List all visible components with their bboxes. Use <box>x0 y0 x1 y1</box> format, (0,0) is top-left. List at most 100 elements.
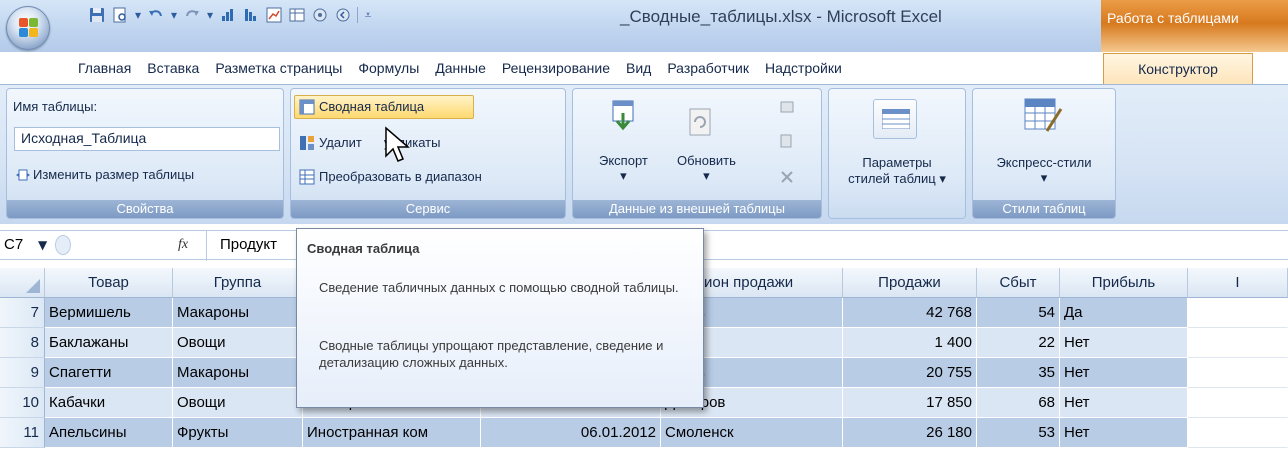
empty-cell[interactable] <box>1188 418 1288 448</box>
empty-cell[interactable] <box>1188 388 1288 418</box>
table-cell[interactable]: 17 850 <box>843 388 977 418</box>
save-icon[interactable] <box>88 6 106 24</box>
convert-to-range-icon <box>299 169 315 185</box>
style-options-icon <box>873 99 917 139</box>
table-cell[interactable]: Нет <box>1060 418 1188 448</box>
redo-icon[interactable] <box>183 6 201 24</box>
refresh-label: Обновить <box>677 153 736 168</box>
back-icon[interactable] <box>334 6 352 24</box>
tab-developer[interactable]: Разработчик <box>659 60 757 76</box>
column-header[interactable]: Товар <box>45 268 173 298</box>
table-cell[interactable]: 42 768 <box>843 298 977 328</box>
group-properties-label: Свойства <box>7 200 283 218</box>
refresh-icon <box>689 108 711 136</box>
table-cell[interactable]: 68 <box>977 388 1060 418</box>
window-title: _Сводные_таблицы.xlsx - Microsoft Excel <box>620 7 942 26</box>
style-options-button[interactable]: Параметры стилей таблиц ▾ <box>829 155 965 187</box>
table-cell[interactable]: Кабачки <box>45 388 173 418</box>
table-cell[interactable]: Иностранная ком <box>303 418 481 448</box>
properties-icon <box>780 101 794 113</box>
table-cell[interactable]: Вермишель <box>45 298 173 328</box>
sort-desc-icon[interactable] <box>242 6 260 24</box>
table-cell[interactable]: 26 180 <box>843 418 977 448</box>
table-cell[interactable]: Нет <box>1060 358 1188 388</box>
row-header[interactable]: 8 <box>0 328 45 358</box>
insert-function-icon[interactable]: fx <box>178 237 188 253</box>
table-cell[interactable]: Макароны <box>173 298 303 328</box>
ribbon-tabs: Главная Вставка Разметка страницы Формул… <box>70 53 850 83</box>
pivot-table-button[interactable]: Сводная таблица <box>319 99 424 114</box>
name-box[interactable]: C7 <box>4 236 23 253</box>
row-header[interactable]: 10 <box>0 388 45 418</box>
select-all-corner[interactable] <box>0 268 45 298</box>
refresh-button[interactable]: Обновить ▾ <box>677 153 736 184</box>
unlink-icon <box>781 171 793 183</box>
table-cell[interactable]: 1 400 <box>843 328 977 358</box>
table-cell[interactable]: 54 <box>977 298 1060 328</box>
table-cell[interactable]: Нет <box>1060 328 1188 358</box>
export-button[interactable]: Экспорт ▾ <box>599 153 648 184</box>
customize-qat-icon[interactable]: ⩡ <box>363 6 373 24</box>
column-header[interactable]: Группа <box>173 268 303 298</box>
tab-insert[interactable]: Вставка <box>139 60 207 76</box>
tab-view[interactable]: Вид <box>618 60 659 76</box>
dropdown-arrow-icon[interactable]: ▾ <box>170 6 178 24</box>
chart-icon[interactable] <box>265 6 283 24</box>
row-header[interactable]: 11 <box>0 418 45 448</box>
table-cell[interactable]: Да <box>1060 298 1188 328</box>
tooltip-description: Сведение табличных данных с помощью свод… <box>319 280 679 295</box>
table-cell[interactable]: Овощи <box>173 388 303 418</box>
dropdown-arrow-icon: ▾ <box>1040 170 1048 185</box>
table-cell[interactable]: 35 <box>977 358 1060 388</box>
convert-to-range-button[interactable]: Преобразовать в диапазон <box>319 169 482 184</box>
resize-table-button[interactable]: Изменить размер таблицы <box>33 167 194 182</box>
undo-icon[interactable] <box>147 6 165 24</box>
table-cell[interactable]: Спагетти <box>45 358 173 388</box>
tab-design[interactable]: Конструктор <box>1103 53 1253 86</box>
tab-addins[interactable]: Надстройки <box>757 60 850 76</box>
table-cell[interactable]: Баклажаны <box>45 328 173 358</box>
dropdown-arrow-icon: ▾ <box>620 168 627 183</box>
name-box-dropdown-icon[interactable]: ▼ <box>38 238 47 252</box>
tab-page-layout[interactable]: Разметка страницы <box>207 60 350 76</box>
empty-cell[interactable] <box>1188 328 1288 358</box>
dropdown-arrow-icon[interactable]: ▾ <box>134 6 142 24</box>
office-button[interactable] <box>6 6 50 50</box>
table-cell[interactable]: 22 <box>977 328 1060 358</box>
tab-formulas[interactable]: Формулы <box>350 60 427 76</box>
row-header[interactable]: 7 <box>0 298 45 328</box>
remove-duplicates-icon <box>300 136 314 150</box>
table-cell[interactable]: Апельсины <box>45 418 173 448</box>
table-cell[interactable]: 53 <box>977 418 1060 448</box>
dropdown-arrow-icon[interactable]: ▾ <box>206 6 214 24</box>
group-tools: Сводная таблица Удалит убликаты Преобразо… <box>290 88 566 219</box>
tab-home[interactable]: Главная <box>70 60 139 76</box>
table-cell[interactable]: Макароны <box>173 358 303 388</box>
tab-review[interactable]: Рецензирование <box>494 60 618 76</box>
group-style-options: Параметры стилей таблиц ▾ <box>828 88 966 219</box>
table-name-input[interactable]: Исходная_Таблица <box>14 127 280 151</box>
table-icon[interactable] <box>288 6 306 24</box>
empty-cell[interactable] <box>1188 298 1288 328</box>
column-header[interactable]: Продажи <box>843 268 977 298</box>
table-cell[interactable]: 06.01.2012 <box>481 418 661 448</box>
circle-icon[interactable] <box>311 6 329 24</box>
table-cell[interactable]: Смоленск <box>661 418 843 448</box>
table-cell[interactable]: Нет <box>1060 388 1188 418</box>
print-preview-icon[interactable] <box>111 6 129 24</box>
column-header[interactable]: Сбыт <box>977 268 1060 298</box>
empty-cell[interactable] <box>1188 358 1288 388</box>
sort-asc-icon[interactable] <box>219 6 237 24</box>
table-cell[interactable]: Фрукты <box>173 418 303 448</box>
column-header[interactable]: Прибыль <box>1060 268 1188 298</box>
formula-input[interactable]: Продукт <box>220 236 277 253</box>
quick-styles-button[interactable]: Экспресс-стили ▾ <box>973 155 1115 186</box>
table-cell[interactable]: 20 755 <box>843 358 977 388</box>
remove-duplicates-button[interactable]: Удалит убликаты <box>319 135 440 150</box>
contextual-tab-title: Работа с таблицами <box>1101 0 1288 52</box>
row-header[interactable]: 9 <box>0 358 45 388</box>
formula-divider <box>206 231 207 261</box>
table-cell[interactable]: Овощи <box>173 328 303 358</box>
tab-data[interactable]: Данные <box>427 60 494 76</box>
column-header[interactable]: I <box>1188 268 1288 298</box>
